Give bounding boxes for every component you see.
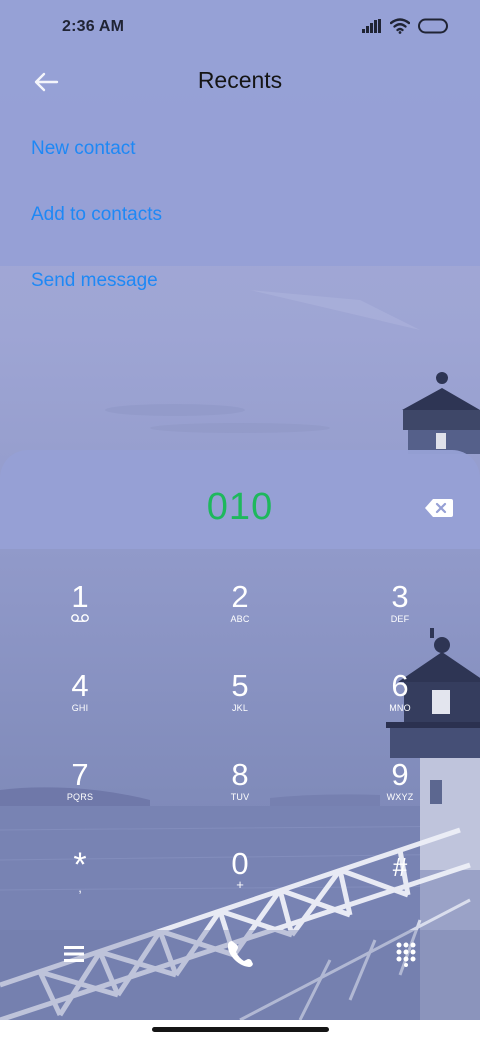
key-5[interactable]: 5 JKL bbox=[185, 638, 295, 718]
key-1[interactable]: 1 bbox=[25, 549, 135, 629]
send-message-link[interactable]: Send message bbox=[31, 270, 158, 292]
number-display: 010 bbox=[0, 450, 480, 549]
voicemail-icon bbox=[25, 613, 135, 623]
key-digit: * bbox=[73, 846, 87, 884]
key-letters: JKL bbox=[231, 703, 249, 713]
call-icon bbox=[227, 941, 253, 967]
key-letters: DEF bbox=[390, 614, 410, 624]
app-bar: Recents bbox=[0, 56, 480, 108]
key-digit: 7 bbox=[71, 757, 89, 792]
key-9[interactable]: 9 WXYZ bbox=[345, 727, 455, 807]
key-digit: 3 bbox=[391, 579, 409, 614]
key-7[interactable]: 7 PQRS bbox=[25, 727, 135, 807]
menu-button[interactable] bbox=[48, 928, 100, 980]
system-nav-bar bbox=[0, 1020, 480, 1040]
battery-icon bbox=[418, 18, 448, 34]
key-digit: 0 bbox=[231, 846, 249, 881]
home-indicator[interactable] bbox=[152, 1027, 329, 1032]
bottom-action-bar bbox=[0, 928, 480, 980]
keypad: 1 2 ABC 3 DEF 4 GHI 5 JKL 6 MNO 7 PQRS 8… bbox=[0, 549, 480, 909]
key-letters: , bbox=[78, 880, 82, 895]
key-digit: 5 bbox=[231, 668, 249, 703]
status-time: 2:36 AM bbox=[62, 18, 125, 35]
key-digit: 2 bbox=[231, 579, 249, 614]
dialpad-icon bbox=[396, 942, 416, 967]
call-button[interactable] bbox=[214, 928, 266, 980]
backspace-button[interactable] bbox=[424, 497, 454, 519]
status-bar: 2:36 AM bbox=[0, 0, 480, 56]
key-8[interactable]: 8 TUV bbox=[185, 727, 295, 807]
key-letters: + bbox=[236, 877, 244, 892]
key-digit: 6 bbox=[391, 668, 409, 703]
key-digit: 8 bbox=[231, 757, 249, 792]
key-0[interactable]: 0 + bbox=[185, 816, 295, 896]
key-6[interactable]: 6 MNO bbox=[345, 638, 455, 718]
key-letters: MNO bbox=[389, 703, 411, 713]
key-hash[interactable]: # bbox=[345, 816, 455, 896]
key-digit: 9 bbox=[391, 757, 409, 792]
key-4[interactable]: 4 GHI bbox=[25, 638, 135, 718]
key-letters: ABC bbox=[230, 614, 250, 624]
key-letters: PQRS bbox=[66, 792, 94, 802]
key-digit: 4 bbox=[71, 668, 89, 703]
backspace-icon bbox=[425, 499, 453, 517]
dialpad-toggle-button[interactable] bbox=[380, 928, 432, 980]
key-2[interactable]: 2 ABC bbox=[185, 549, 295, 629]
key-letters: WXYZ bbox=[386, 792, 414, 802]
key-letters: GHI bbox=[71, 703, 89, 713]
signal-icon bbox=[362, 19, 381, 33]
key-star[interactable]: * , bbox=[25, 816, 135, 896]
key-letters: TUV bbox=[230, 792, 250, 802]
dialer-screen: 2:36 AM Recents New contact Add to conta… bbox=[0, 0, 480, 1040]
dialed-number[interactable]: 010 bbox=[0, 486, 480, 529]
status-icons bbox=[362, 18, 450, 34]
menu-icon bbox=[64, 946, 84, 962]
wifi-icon bbox=[390, 18, 410, 34]
add-to-contacts-link[interactable]: Add to contacts bbox=[31, 204, 162, 226]
key-digit: # bbox=[392, 852, 408, 882]
page-title: Recents bbox=[197, 67, 283, 93]
key-digit: 1 bbox=[71, 579, 89, 614]
new-contact-link[interactable]: New contact bbox=[31, 138, 136, 160]
key-3[interactable]: 3 DEF bbox=[345, 549, 455, 629]
